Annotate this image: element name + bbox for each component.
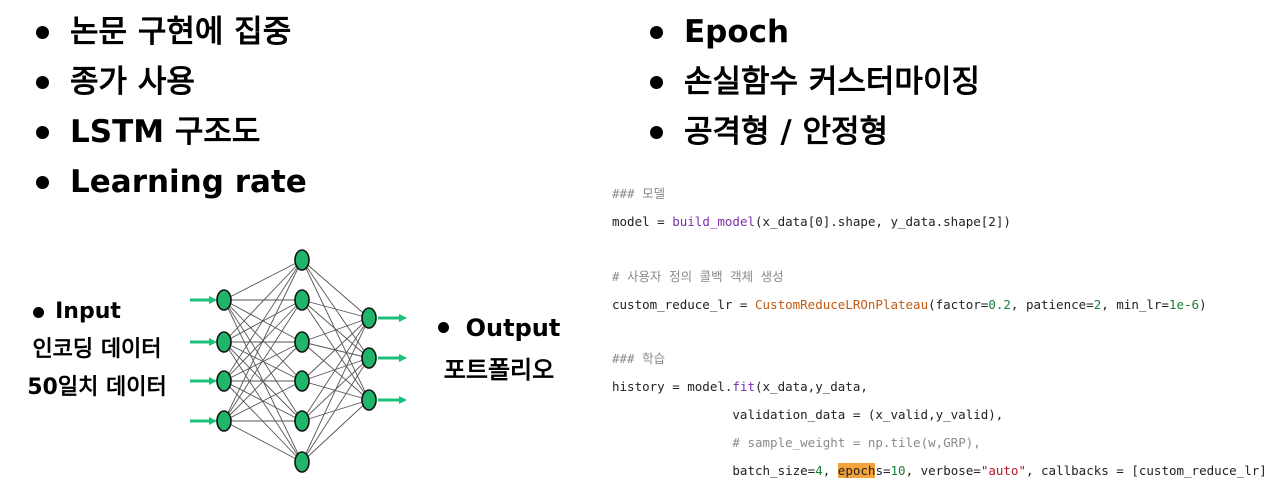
output-line: 포트폴리오 [443,356,555,384]
hidden-node [294,289,310,311]
bullet-item: 공격형 / 안정형 [650,107,980,157]
hidden-node [294,249,310,271]
highlighted-token: epoch [837,463,876,478]
code-line: batch_size=4, epochs=10, verbose="auto",… [612,463,1268,478]
output-title: Output [437,307,560,349]
network-edges [223,259,370,463]
input-title: Input [33,293,121,331]
output-node [361,389,377,411]
input-label: Input 인코딩 데이터 50일치 데이터 [8,293,186,407]
network-edge [223,259,303,422]
input-line: 인코딩 데이터 [32,337,162,362]
input-node [216,410,232,432]
hidden-node [294,370,310,392]
left-bullet-list: 논문 구현에 집중 종가 사용 LSTM 구조도 Learning rate [36,7,307,207]
network-edge [223,380,303,463]
input-node [216,331,232,353]
bullet-item: 종가 사용 [36,57,307,107]
code-line: custom_reduce_lr = CustomReduceLROnPlate… [612,297,1207,312]
network-nodes [216,249,377,473]
network-edge [223,259,303,343]
network-edge [223,259,303,301]
code-line: model = build_model(x_data[0].shape, y_d… [612,214,1011,229]
hidden-node [294,451,310,473]
code-comment: # sample_weight = np.tile(w,GRP), [732,435,981,450]
output-label: Output 포트폴리오 [420,307,578,391]
input-line: 50일치 데이터 [27,375,167,400]
bullet-item: LSTM 구조도 [36,107,307,157]
bullet-item: 손실함수 커스터마이징 [650,57,980,107]
bullet-item: Learning rate [36,157,307,207]
network-edge [223,259,303,382]
right-bullet-list: Epoch 손실함수 커스터마이징 공격형 / 안정형 [650,7,980,157]
neural-network-diagram [190,249,407,473]
bullet-item: 논문 구현에 집중 [36,7,307,57]
network-edge [301,357,370,463]
input-node [216,370,232,392]
code-comment: ### 학습 [612,351,666,366]
bullet-item: Epoch [650,7,980,57]
network-edge [301,317,370,422]
input-node [216,289,232,311]
network-edge [301,317,370,463]
network-edge [223,420,303,463]
code-comment: ### 모델 [612,186,666,201]
code-args: (x_data[0].shape, y_data.shape[2]) [755,214,1011,229]
code-class: CustomReduceLROnPlateau [755,297,929,312]
output-node [361,307,377,329]
hidden-node [294,331,310,353]
code-function: build_model [672,214,756,229]
output-node [361,347,377,369]
hidden-node [294,410,310,432]
code-line: history = model.fit(x_data,y_data, [612,379,868,394]
code-comment: # 사용자 정의 콜백 객체 생성 [612,269,784,284]
code-line: validation_data = (x_valid,y_valid), [612,407,1004,422]
network-edge [301,317,370,343]
